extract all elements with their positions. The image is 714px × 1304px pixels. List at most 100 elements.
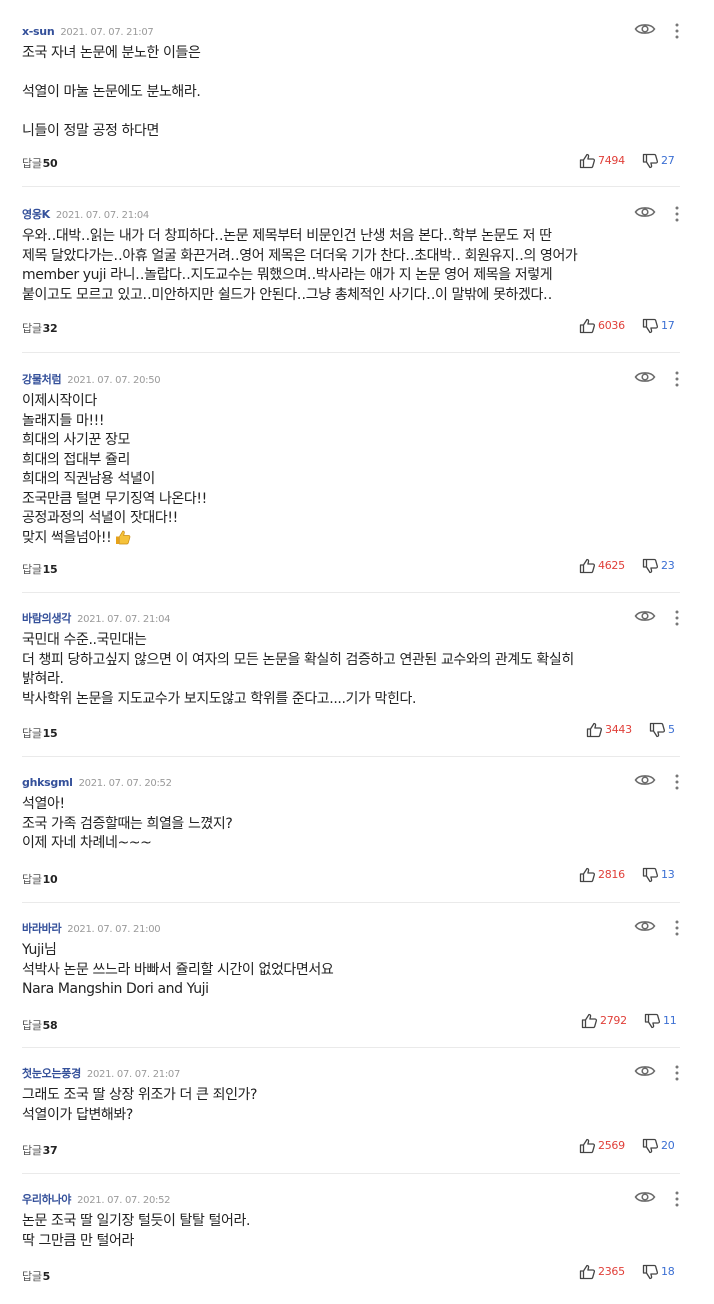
eye-icon[interactable] bbox=[634, 1063, 656, 1079]
more-options-icon[interactable] bbox=[670, 22, 684, 40]
like-button[interactable]: 7494 bbox=[579, 152, 625, 170]
comment-body: 그래도 조국 딸 상장 위조가 더 큰 죄인가? 석열이가 답변해봐? bbox=[22, 1086, 682, 1125]
comment-nickname[interactable]: 우리하나야 bbox=[22, 1193, 71, 1206]
reply-button[interactable]: 답글50 bbox=[22, 156, 58, 172]
comment-timestamp: 2021. 07. 07. 20:52 bbox=[78, 778, 172, 789]
more-options-icon[interactable] bbox=[670, 919, 684, 937]
more-options-icon[interactable] bbox=[670, 370, 684, 388]
reply-button[interactable]: 답글37 bbox=[22, 1143, 58, 1159]
comment-body: 석열아! 조국 가족 검증할때는 희열을 느꼈지? 이제 자네 차례네~~~ bbox=[22, 795, 682, 854]
reply-button[interactable]: 답글15 bbox=[22, 726, 58, 742]
dislike-count: 5 bbox=[668, 723, 675, 736]
comment-nickname[interactable]: 첫눈오는풍경 bbox=[22, 1067, 81, 1080]
eye-icon[interactable] bbox=[634, 204, 656, 220]
like-count: 2365 bbox=[598, 1265, 625, 1278]
comment-line: 그래도 조국 딸 상장 위조가 더 큰 죄인가? bbox=[22, 1087, 258, 1103]
dislike-button[interactable]: 18 bbox=[642, 1263, 675, 1281]
thumbs-down-icon bbox=[642, 1138, 659, 1154]
dislike-button[interactable]: 23 bbox=[642, 557, 675, 575]
reply-count: 50 bbox=[42, 157, 58, 170]
comment-nickname[interactable]: 바라바라 bbox=[22, 922, 62, 935]
reply-button[interactable]: 답글10 bbox=[22, 872, 58, 888]
dislike-button[interactable]: 27 bbox=[642, 152, 675, 170]
thumbs-down-icon bbox=[642, 153, 659, 169]
comment-line: 더 챙피 당하고싶지 않으면 이 여자의 모든 논문을 확실히 검증하고 연관된… bbox=[22, 651, 574, 668]
dislike-button[interactable]: 5 bbox=[649, 721, 675, 739]
dislike-count: 11 bbox=[663, 1014, 677, 1027]
comment-line-with-emoji: 맞지 썩을넘아!! bbox=[22, 529, 682, 549]
reply-button[interactable]: 답글5 bbox=[22, 1269, 50, 1285]
eye-icon[interactable] bbox=[634, 1189, 656, 1205]
dislike-count: 27 bbox=[661, 154, 675, 167]
dislike-button[interactable]: 20 bbox=[642, 1137, 675, 1155]
reply-label: 답글 bbox=[22, 157, 42, 170]
more-options-icon[interactable] bbox=[670, 1190, 684, 1208]
comment-item: x-sun 2021. 07. 07. 21:07 조국 자녀 논문에 분노한 이… bbox=[22, 22, 682, 172]
dislike-count: 18 bbox=[661, 1265, 675, 1278]
comment-timestamp: 2021. 07. 07. 20:52 bbox=[77, 1195, 171, 1206]
comment-line: 조국 자녀 논문에 분노한 이들은 bbox=[22, 45, 201, 61]
like-button[interactable]: 2365 bbox=[579, 1263, 625, 1281]
comment-item: 첫눈오는풍경 2021. 07. 07. 21:07 그래도 조국 딸 상장 위조… bbox=[22, 1064, 682, 1159]
comment-line: 공정과정의 석녈이 잣대다!! bbox=[22, 510, 178, 526]
like-button[interactable]: 3443 bbox=[586, 721, 632, 739]
eye-icon[interactable] bbox=[634, 918, 656, 934]
divider bbox=[22, 352, 680, 353]
comment-body: 조국 자녀 논문에 분노한 이들은 석열이 마눌 논문에도 분노해라. 니들이 … bbox=[22, 44, 682, 142]
like-button[interactable]: 2816 bbox=[579, 866, 625, 884]
comment-meta: ghksgml 2021. 07. 07. 20:52 bbox=[22, 773, 172, 789]
thumbs-up-icon bbox=[579, 1264, 596, 1280]
more-options-icon[interactable] bbox=[670, 1064, 684, 1082]
comment-line: 박사학위 논문을 지도교수가 보지도않고 학위를 준다고....기가 막힌다. bbox=[22, 690, 416, 707]
reply-button[interactable]: 답글32 bbox=[22, 321, 58, 337]
like-count: 2569 bbox=[598, 1139, 625, 1152]
comment-timestamp: 2021. 07. 07. 21:07 bbox=[86, 1069, 181, 1080]
thumbs-down-icon bbox=[649, 722, 666, 738]
like-button[interactable]: 2569 bbox=[579, 1137, 625, 1155]
comment-nickname[interactable]: 강물처럼 bbox=[22, 373, 62, 386]
more-options-icon[interactable] bbox=[670, 773, 684, 791]
like-count: 2792 bbox=[600, 1014, 627, 1027]
eye-icon[interactable] bbox=[634, 608, 656, 624]
like-button[interactable]: 6036 bbox=[579, 317, 625, 335]
comment-timestamp: 2021. 07. 07. 21:00 bbox=[67, 924, 161, 935]
comment-line: 우와‥대박‥읽는 내가 더 창피하다‥논문 제목부터 비문인건 난생 처음 본다… bbox=[22, 228, 552, 244]
comment-line: 국민대 수준..국민대는 bbox=[22, 632, 147, 648]
reply-count: 32 bbox=[42, 322, 58, 335]
comment-line: 석열이 마눌 논문에도 분노해라. bbox=[22, 84, 201, 100]
comment-line: 이제 자네 차례네~~~ bbox=[22, 835, 152, 851]
comment-nickname[interactable]: ghksgml bbox=[22, 776, 73, 789]
dislike-count: 17 bbox=[661, 319, 675, 332]
comment-body: 국민대 수준..국민대는 더 챙피 당하고싶지 않으면 이 여자의 모든 논문을… bbox=[22, 631, 682, 709]
more-options-icon[interactable] bbox=[670, 205, 684, 223]
comment-line: 논문 조국 딸 일기장 털듯이 탈탈 털어라. bbox=[22, 1213, 251, 1229]
comment-line: 희대의 사기꾼 장모 bbox=[22, 432, 130, 448]
dislike-button[interactable]: 13 bbox=[642, 866, 675, 884]
more-options-icon[interactable] bbox=[670, 609, 684, 627]
eye-icon[interactable] bbox=[634, 369, 656, 385]
divider bbox=[22, 186, 680, 187]
comment-meta: 첫눈오는풍경 2021. 07. 07. 21:07 bbox=[22, 1064, 180, 1080]
comment-line-gap bbox=[22, 64, 682, 84]
thumbs-up-icon bbox=[579, 153, 596, 169]
reply-button[interactable]: 답글58 bbox=[22, 1018, 58, 1034]
like-count: 4625 bbox=[598, 559, 625, 572]
comment-line: 희대의 직권남용 석녈이 bbox=[22, 471, 155, 487]
comment-nickname[interactable]: 바람의생각 bbox=[22, 612, 71, 625]
comment-line: 석열아! bbox=[22, 796, 65, 812]
eye-icon[interactable] bbox=[634, 772, 656, 788]
like-button[interactable]: 2792 bbox=[581, 1012, 627, 1030]
comment-line: 딱 그만큼 만 털어라 bbox=[22, 1232, 134, 1249]
comment-timestamp: 2021. 07. 07. 21:04 bbox=[55, 210, 149, 221]
comment-body: 논문 조국 딸 일기장 털듯이 탈탈 털어라. 딱 그만큼 만 털어라 bbox=[22, 1212, 682, 1251]
dislike-button[interactable]: 17 bbox=[642, 317, 675, 335]
dislike-count: 13 bbox=[661, 868, 675, 881]
comment-nickname[interactable]: 영웅K bbox=[22, 208, 50, 221]
comment-nickname[interactable]: x-sun bbox=[22, 25, 55, 38]
comment-meta: 바라바라 2021. 07. 07. 21:00 bbox=[22, 919, 161, 935]
like-button[interactable]: 4625 bbox=[579, 557, 625, 575]
eye-icon[interactable] bbox=[634, 21, 656, 37]
thumbs-down-icon bbox=[642, 867, 659, 883]
dislike-button[interactable]: 11 bbox=[644, 1012, 677, 1030]
reply-button[interactable]: 답글15 bbox=[22, 562, 58, 578]
